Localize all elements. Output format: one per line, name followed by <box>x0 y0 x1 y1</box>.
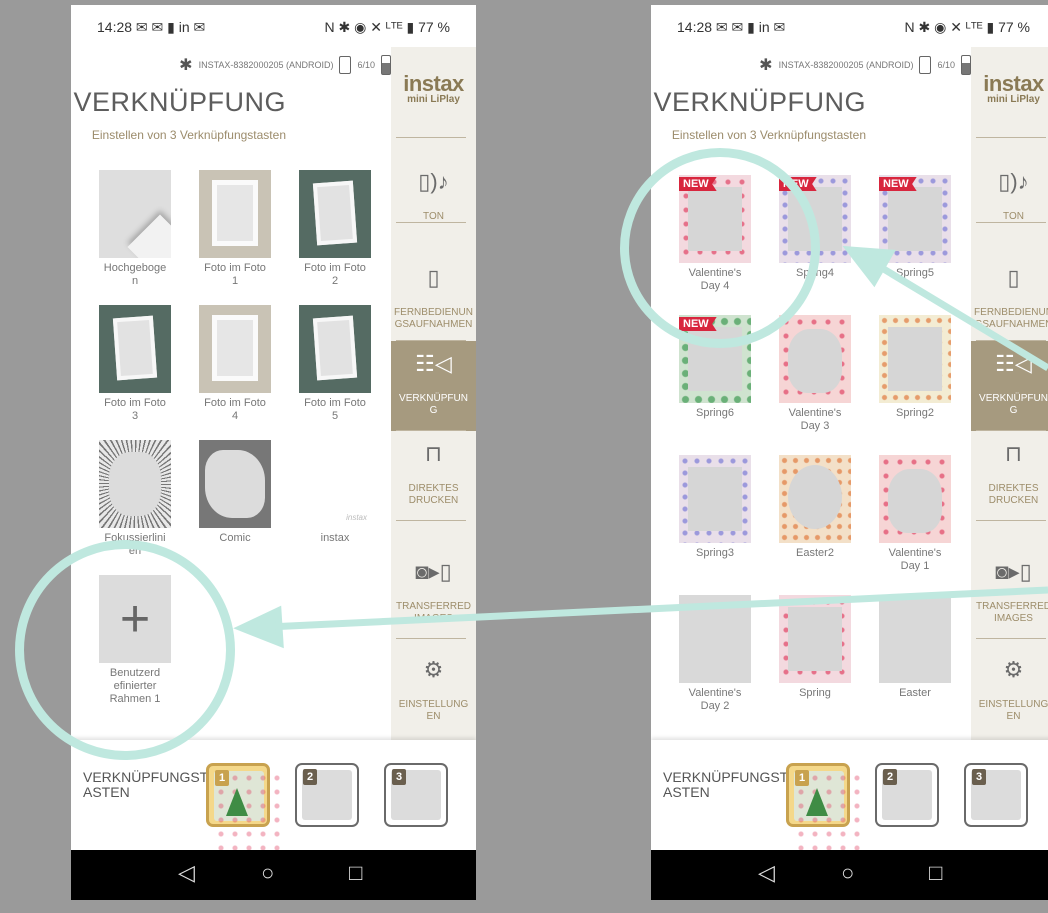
annotation-arrows <box>233 245 1048 649</box>
arrow-to-custom-frame <box>267 586 1048 631</box>
arrow-head-new-frame <box>842 245 896 288</box>
arrow-to-new-frame <box>870 259 1048 371</box>
arrow-head-custom-frame <box>233 605 284 649</box>
